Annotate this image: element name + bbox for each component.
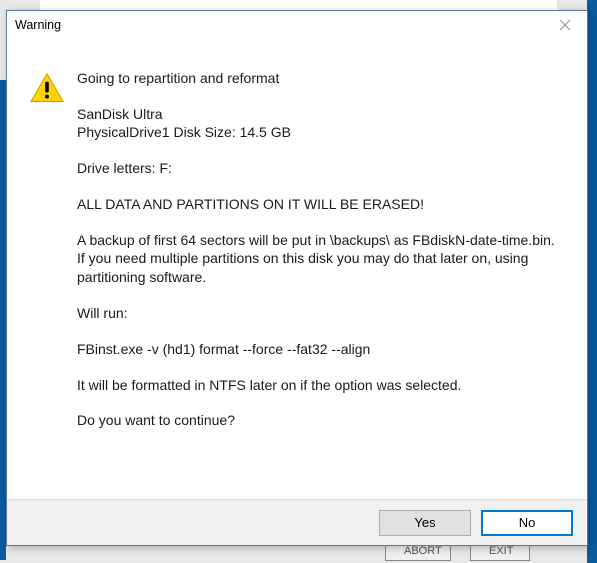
warning-dialog: Warning Going to repartition and reforma…	[6, 10, 588, 546]
device-name: SanDisk Ultra	[77, 105, 565, 123]
ntfs-note: It will be formatted in NTFS later on if…	[77, 376, 565, 395]
dialog-content: Going to repartition and reformat SanDis…	[7, 39, 587, 499]
erase-warning: ALL DATA AND PARTITIONS ON IT WILL BE ER…	[77, 195, 565, 214]
icon-column	[29, 69, 77, 479]
titlebar: Warning	[7, 11, 587, 39]
button-bar: Yes No	[7, 499, 587, 545]
no-button[interactable]: No	[481, 510, 573, 536]
yes-button[interactable]: Yes	[379, 510, 471, 536]
heading-line: Going to repartition and reformat	[77, 69, 565, 88]
message-text: Going to repartition and reformat SanDis…	[77, 69, 565, 479]
drive-letters: Drive letters: F:	[77, 159, 565, 178]
backup-info-1: A backup of first 64 sectors will be put…	[77, 231, 565, 249]
background-accent-right	[587, 0, 597, 563]
command-line: FBinst.exe -v (hd1) format --force --fat…	[77, 340, 565, 359]
will-run-label: Will run:	[77, 304, 565, 323]
close-button[interactable]	[547, 15, 583, 35]
warning-icon	[29, 71, 77, 108]
dialog-title: Warning	[15, 18, 61, 32]
backup-info-2: If you need multiple partitions on this …	[77, 249, 565, 287]
close-icon	[559, 19, 571, 31]
drive-info: PhysicalDrive1 Disk Size: 14.5 GB	[77, 123, 565, 142]
continue-question: Do you want to continue?	[77, 411, 565, 430]
